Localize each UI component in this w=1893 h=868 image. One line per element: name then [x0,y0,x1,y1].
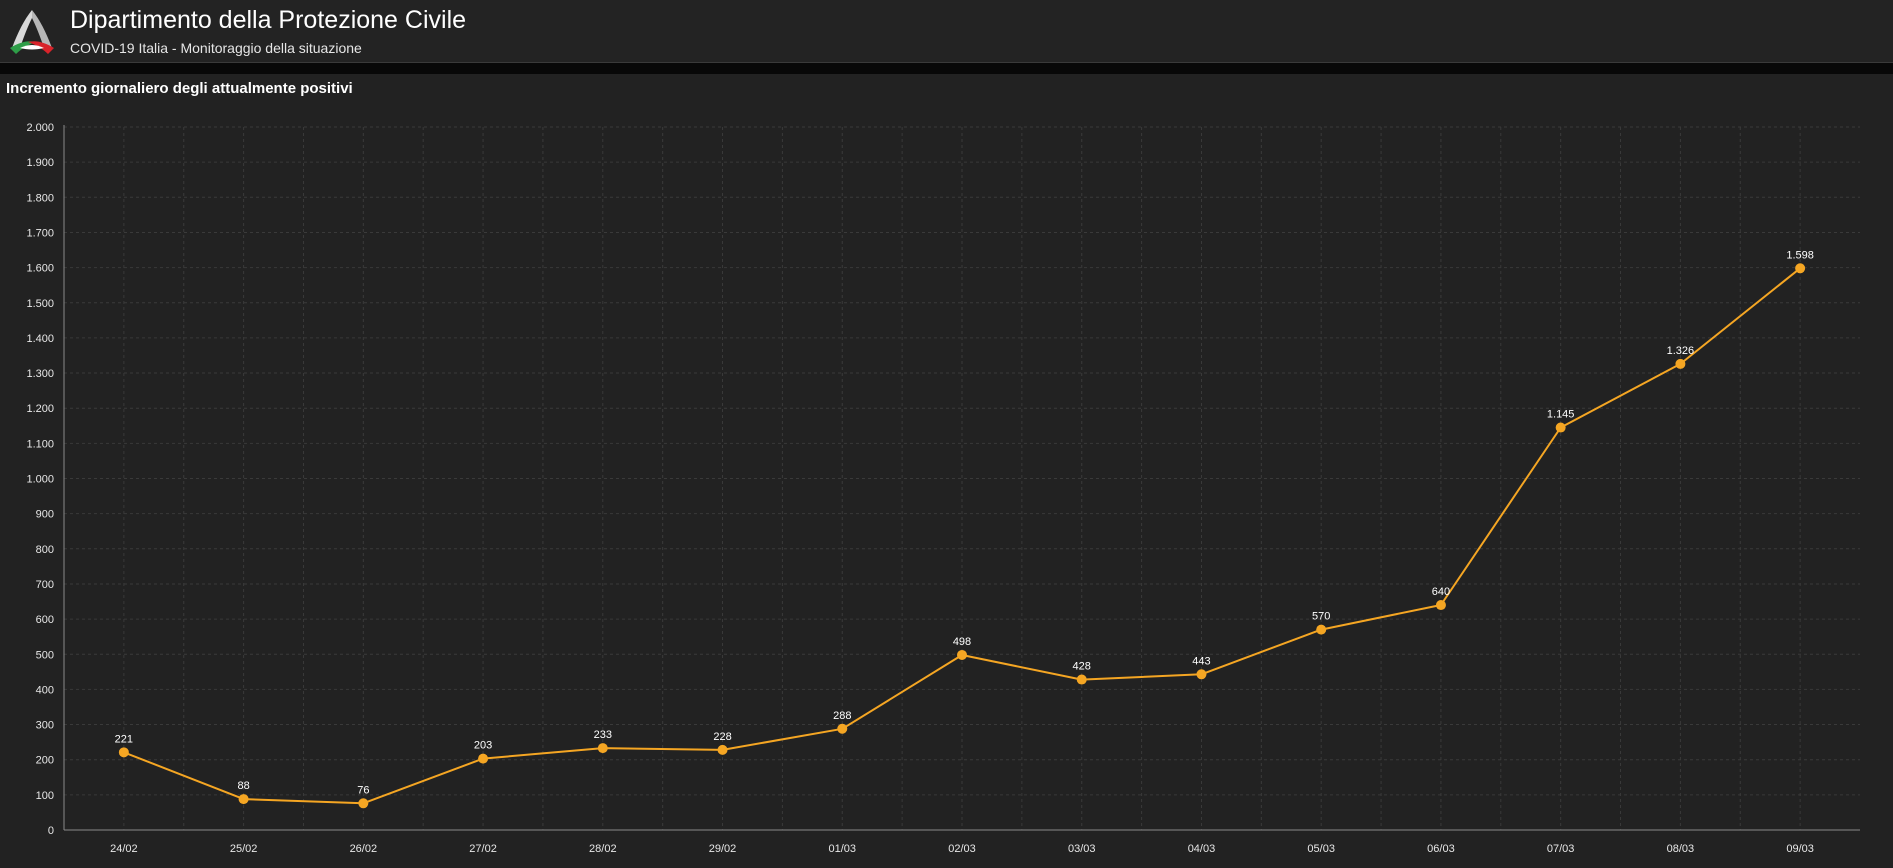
line-chart: 0 100 200 300 400 500 600 700 800 900 1.000 1.100 1.… [26,122,1860,855]
data-label: 640 [1432,586,1450,598]
x-tick-label: 02/03 [948,843,976,855]
y-tick-label: 300 [36,720,54,732]
x-tick-label: 27/02 [469,843,497,855]
x-tick-label: 01/03 [829,843,857,855]
data-point [478,753,489,764]
y-tick-label: 100 [36,790,54,802]
x-tick-label: 29/02 [709,843,737,855]
x-tick-label: 04/03 [1188,843,1216,855]
data-label: 1.598 [1786,249,1814,261]
data-label: 233 [594,729,612,741]
data-label: 443 [1192,655,1210,667]
data-label: 221 [115,733,133,745]
y-tick-label: 0 [48,825,54,837]
data-label: 88 [237,780,249,792]
y-tick-label: 200 [36,755,54,767]
y-tick-label: 500 [36,649,54,661]
y-tick-label: 1.600 [26,263,54,275]
data-point [1795,263,1806,274]
data-point [238,794,249,805]
data-label: 428 [1073,661,1091,673]
y-tick-label: 1.300 [26,368,54,380]
x-tick-label: 07/03 [1547,843,1575,855]
x-tick-label: 24/02 [110,843,138,855]
y-tick-label: 1.100 [26,438,54,450]
data-label: 1.326 [1667,345,1695,357]
x-tick-label: 26/02 [350,843,378,855]
data-point [358,798,369,809]
y-tick-label: 400 [36,684,54,696]
x-tick-label: 08/03 [1667,843,1695,855]
data-label: 1.145 [1547,409,1575,421]
data-point [1316,624,1327,635]
y-axis-ticks: 0 100 200 300 400 500 600 700 800 900 1.000 1.100 1.… [26,122,54,837]
y-tick-label: 1.500 [26,298,54,310]
y-tick-label: 600 [36,614,54,626]
data-labels: 221 88 76 203 233 228 288 498 428 443 570 640 1.145 1… [115,249,1814,796]
data-point [118,747,129,758]
y-tick-label: 1.900 [26,157,54,169]
x-tick-label: 06/03 [1427,843,1455,855]
data-point [1555,422,1566,433]
data-point [1435,600,1446,611]
data-point [1675,358,1686,369]
y-tick-label: 700 [36,579,54,591]
data-label: 76 [357,784,369,796]
data-label: 498 [953,636,971,648]
x-axis-ticks: 24/02 25/02 26/02 27/02 28/02 29/02 01/03 02/03… [110,843,1814,855]
data-point [957,649,967,660]
data-point [717,744,728,755]
y-tick-label: 1.800 [26,192,54,204]
data-point [837,723,848,734]
x-tick-label: 03/03 [1068,843,1096,855]
data-point [597,743,608,754]
x-tick-label: 09/03 [1786,843,1814,855]
y-tick-label: 1.400 [26,333,54,345]
data-label: 203 [474,740,492,752]
y-tick-label: 800 [36,544,54,556]
x-tick-label: 28/02 [589,843,617,855]
data-label: 228 [713,731,731,743]
data-point [1076,674,1087,685]
y-tick-label: 2.000 [26,122,54,134]
grid-lines [64,126,1860,830]
y-tick-label: 1.200 [26,403,54,415]
x-tick-label: 25/02 [230,843,258,855]
y-tick-label: 900 [36,509,54,521]
data-point [1196,669,1207,680]
y-tick-label: 1.700 [26,227,54,239]
x-tick-label: 05/03 [1307,843,1335,855]
data-label: 288 [833,710,851,722]
data-label: 570 [1312,611,1330,623]
y-tick-label: 1.000 [26,474,54,486]
